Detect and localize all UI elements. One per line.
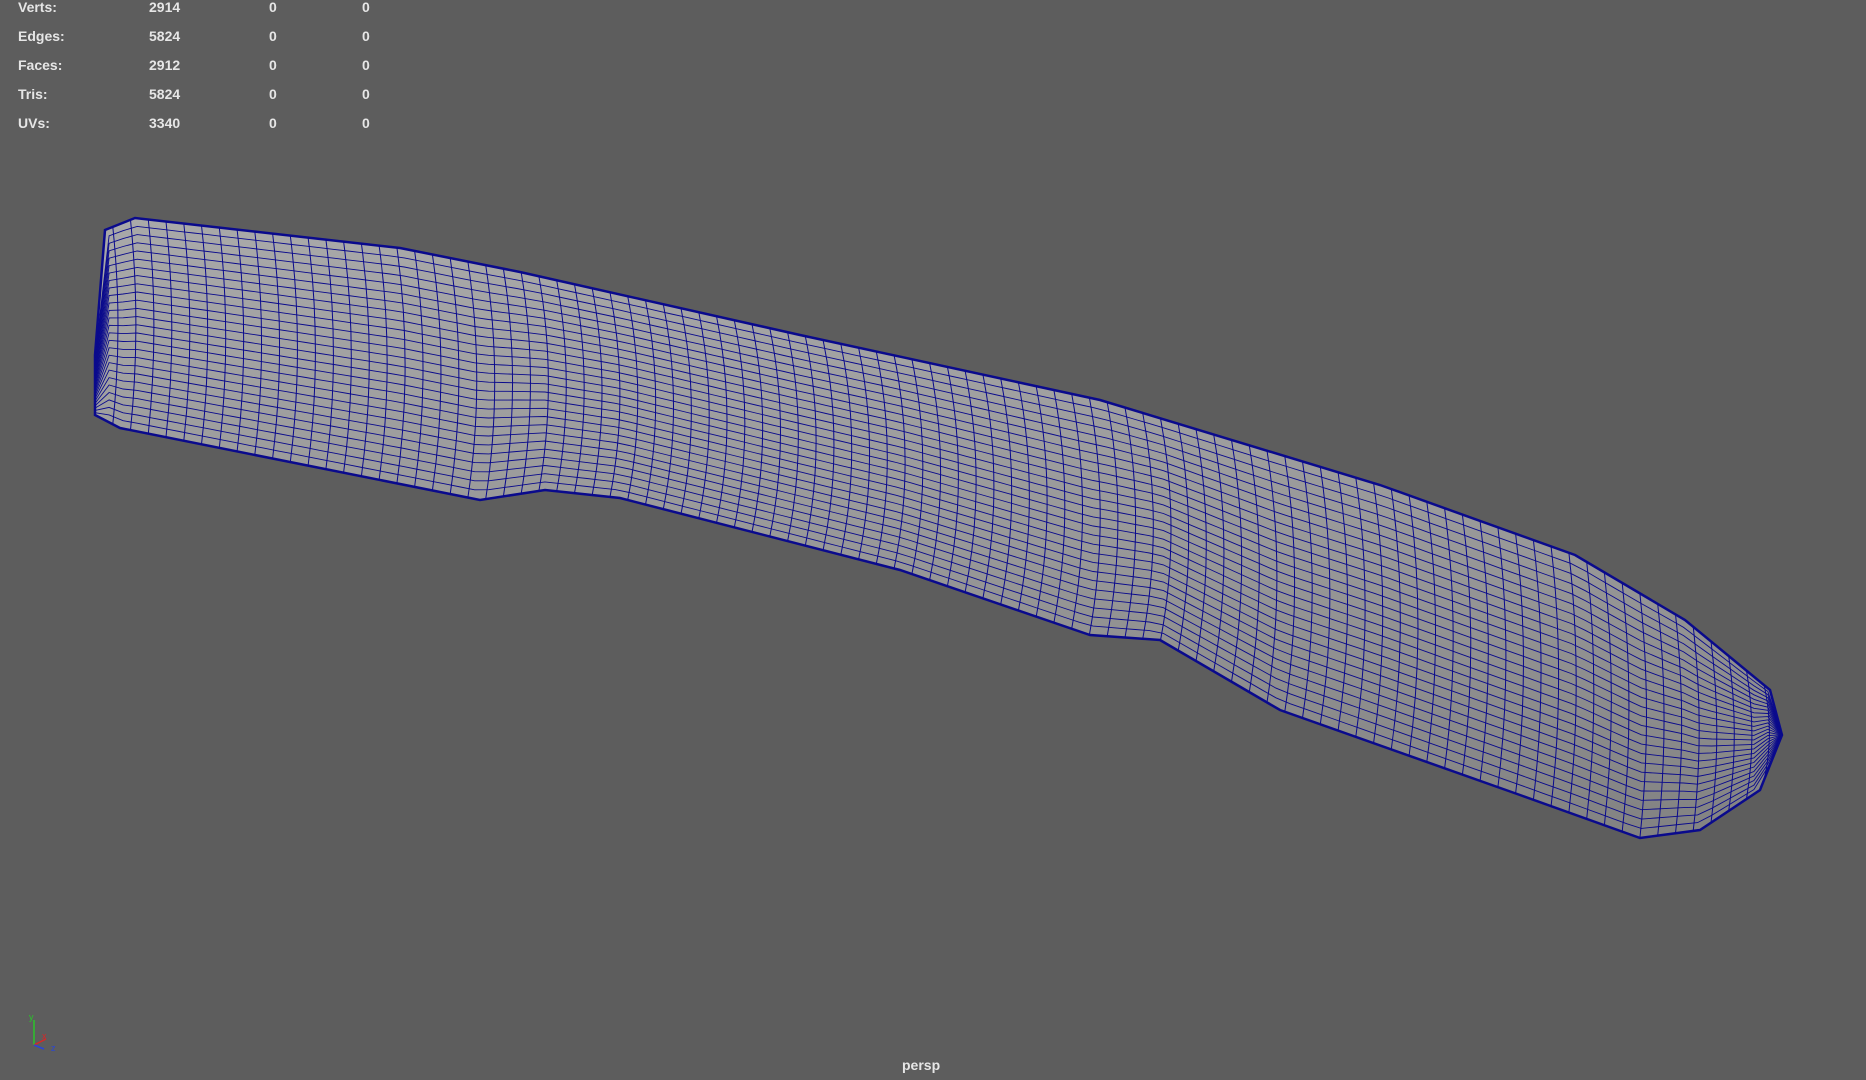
mesh-silhouette [93,216,1784,840]
wireframe-mesh[interactable] [0,0,1866,1080]
axis-z-label: z [51,1043,56,1052]
axis-y-label: y [29,1012,34,1022]
axis-x-label: x [42,1031,47,1041]
viewport-persp[interactable]: Verts: 2914 0 0 Edges: 5824 0 0 Faces: 2… [0,0,1866,1080]
axis-gizmo-icon: y x z [29,1012,56,1052]
camera-name-label: persp [902,1057,941,1073]
mesh-body [93,216,1784,840]
